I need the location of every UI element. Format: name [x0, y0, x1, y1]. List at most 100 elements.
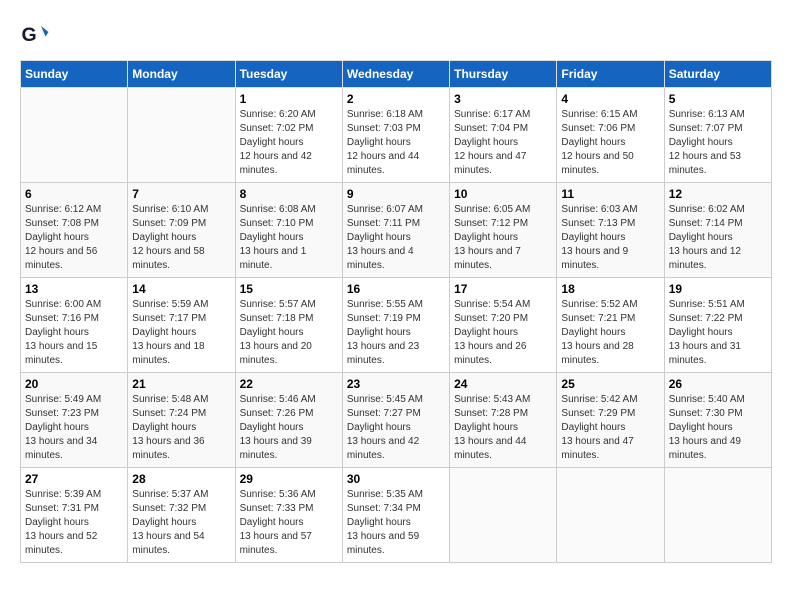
calendar-cell: 4Sunrise: 6:15 AMSunset: 7:06 PMDaylight… — [557, 88, 664, 183]
day-number: 6 — [25, 187, 123, 201]
calendar-cell — [21, 88, 128, 183]
calendar-cell — [557, 468, 664, 563]
calendar-header-sunday: Sunday — [21, 61, 128, 88]
calendar-cell: 7 Sunrise: 6:10 AMSunset: 7:09 PMDaylight… — [128, 183, 235, 278]
calendar-cell: 10 Sunrise: 6:05 AMSunset: 7:12 PMDayligh… — [450, 183, 557, 278]
calendar-week-row: 20 Sunrise: 5:49 AMSunset: 7:23 PMDayligh… — [21, 373, 772, 468]
day-info: Sunrise: 6:12 AMSunset: 7:08 PMDaylight … — [25, 203, 123, 273]
calendar-cell: 26Sunrise: 5:40 AMSunset: 7:30 PMDayligh… — [664, 373, 771, 468]
calendar-header-thursday: Thursday — [450, 61, 557, 88]
calendar-cell — [450, 468, 557, 563]
calendar-cell: 11Sunrise: 6:03 AMSunset: 7:13 PMDayligh… — [557, 183, 664, 278]
calendar-cell: 30 Sunrise: 5:35 AMSunset: 7:34 PMDayligh… — [342, 468, 449, 563]
day-info: Sunrise: 6:00 AMSunset: 7:16 PMDaylight … — [25, 298, 123, 368]
day-number: 1 — [240, 92, 338, 106]
day-number: 12 — [669, 187, 767, 201]
calendar-cell: 28 Sunrise: 5:37 AMSunset: 7:32 PMDayligh… — [128, 468, 235, 563]
calendar-cell: 12Sunrise: 6:02 AMSunset: 7:14 PMDayligh… — [664, 183, 771, 278]
calendar-cell: 25 Sunrise: 5:42 AMSunset: 7:29 PMDayligh… — [557, 373, 664, 468]
day-info: Sunrise: 5:48 AMSunset: 7:24 PMDaylight … — [132, 393, 230, 463]
calendar-header-wednesday: Wednesday — [342, 61, 449, 88]
day-number: 8 — [240, 187, 338, 201]
day-number: 24 — [454, 377, 552, 391]
calendar-cell: 24 Sunrise: 5:43 AMSunset: 7:28 PMDayligh… — [450, 373, 557, 468]
calendar-cell: 22 Sunrise: 5:46 AMSunset: 7:26 PMDayligh… — [235, 373, 342, 468]
day-number: 18 — [561, 282, 659, 296]
day-number: 20 — [25, 377, 123, 391]
day-info: Sunrise: 5:36 AMSunset: 7:33 PMDaylight … — [240, 488, 338, 558]
day-info: Sunrise: 5:51 AMSunset: 7:22 PMDaylight … — [669, 298, 767, 368]
calendar-header-row: SundayMondayTuesdayWednesdayThursdayFrid… — [21, 61, 772, 88]
calendar-cell: 27 Sunrise: 5:39 AMSunset: 7:31 PMDayligh… — [21, 468, 128, 563]
day-info: Sunrise: 6:20 AMSunset: 7:02 PMDaylight … — [240, 108, 338, 178]
day-number: 10 — [454, 187, 552, 201]
svg-text:G: G — [22, 24, 37, 46]
day-number: 13 — [25, 282, 123, 296]
day-info: Sunrise: 5:52 AMSunset: 7:21 PMDaylight … — [561, 298, 659, 368]
calendar-cell: 9 Sunrise: 6:07 AMSunset: 7:11 PMDaylight… — [342, 183, 449, 278]
day-info: Sunrise: 5:43 AMSunset: 7:28 PMDaylight … — [454, 393, 552, 463]
day-number: 9 — [347, 187, 445, 201]
day-info: Sunrise: 5:59 AMSunset: 7:17 PMDaylight … — [132, 298, 230, 368]
day-info: Sunrise: 6:15 AMSunset: 7:06 PMDaylight … — [561, 108, 659, 178]
calendar-cell: 17 Sunrise: 5:54 AMSunset: 7:20 PMDayligh… — [450, 278, 557, 373]
day-info: Sunrise: 6:10 AMSunset: 7:09 PMDaylight … — [132, 203, 230, 273]
day-number: 17 — [454, 282, 552, 296]
calendar-cell: 23 Sunrise: 5:45 AMSunset: 7:27 PMDayligh… — [342, 373, 449, 468]
calendar-week-row: 27 Sunrise: 5:39 AMSunset: 7:31 PMDayligh… — [21, 468, 772, 563]
day-number: 30 — [347, 472, 445, 486]
day-info: Sunrise: 5:35 AMSunset: 7:34 PMDaylight … — [347, 488, 445, 558]
day-info: Sunrise: 5:57 AMSunset: 7:18 PMDaylight … — [240, 298, 338, 368]
day-info: Sunrise: 6:05 AMSunset: 7:12 PMDaylight … — [454, 203, 552, 273]
calendar-table: SundayMondayTuesdayWednesdayThursdayFrid… — [20, 60, 772, 563]
day-info: Sunrise: 5:54 AMSunset: 7:20 PMDaylight … — [454, 298, 552, 368]
day-info: Sunrise: 5:49 AMSunset: 7:23 PMDaylight … — [25, 393, 123, 463]
day-number: 5 — [669, 92, 767, 106]
day-number: 7 — [132, 187, 230, 201]
calendar-header-tuesday: Tuesday — [235, 61, 342, 88]
day-number: 27 — [25, 472, 123, 486]
calendar-header-monday: Monday — [128, 61, 235, 88]
day-info: Sunrise: 5:46 AMSunset: 7:26 PMDaylight … — [240, 393, 338, 463]
logo: G — [20, 20, 54, 50]
day-info: Sunrise: 5:39 AMSunset: 7:31 PMDaylight … — [25, 488, 123, 558]
calendar-cell: 14 Sunrise: 5:59 AMSunset: 7:17 PMDayligh… — [128, 278, 235, 373]
day-info: Sunrise: 5:37 AMSunset: 7:32 PMDaylight … — [132, 488, 230, 558]
day-info: Sunrise: 5:40 AMSunset: 7:30 PMDaylight … — [669, 393, 767, 463]
day-info: Sunrise: 6:17 AMSunset: 7:04 PMDaylight … — [454, 108, 552, 178]
day-number: 23 — [347, 377, 445, 391]
page-header: G — [20, 20, 772, 50]
calendar-cell: 6 Sunrise: 6:12 AMSunset: 7:08 PMDaylight… — [21, 183, 128, 278]
day-info: Sunrise: 5:55 AMSunset: 7:19 PMDaylight … — [347, 298, 445, 368]
calendar-header-friday: Friday — [557, 61, 664, 88]
day-number: 22 — [240, 377, 338, 391]
day-info: Sunrise: 6:07 AMSunset: 7:11 PMDaylight … — [347, 203, 445, 273]
calendar-cell: 21Sunrise: 5:48 AMSunset: 7:24 PMDayligh… — [128, 373, 235, 468]
day-number: 25 — [561, 377, 659, 391]
day-number: 3 — [454, 92, 552, 106]
day-info: Sunrise: 5:42 AMSunset: 7:29 PMDaylight … — [561, 393, 659, 463]
day-number: 19 — [669, 282, 767, 296]
day-info: Sunrise: 6:08 AMSunset: 7:10 PMDaylight … — [240, 203, 338, 273]
calendar-cell: 18 Sunrise: 5:52 AMSunset: 7:21 PMDayligh… — [557, 278, 664, 373]
day-number: 16 — [347, 282, 445, 296]
day-number: 29 — [240, 472, 338, 486]
day-number: 11 — [561, 187, 659, 201]
calendar-cell: 5Sunrise: 6:13 AMSunset: 7:07 PMDaylight… — [664, 88, 771, 183]
calendar-cell: 19 Sunrise: 5:51 AMSunset: 7:22 PMDayligh… — [664, 278, 771, 373]
day-number: 15 — [240, 282, 338, 296]
logo-icon: G — [20, 20, 50, 50]
day-number: 14 — [132, 282, 230, 296]
calendar-week-row: 13 Sunrise: 6:00 AMSunset: 7:16 PMDayligh… — [21, 278, 772, 373]
calendar-cell — [664, 468, 771, 563]
calendar-week-row: 6 Sunrise: 6:12 AMSunset: 7:08 PMDaylight… — [21, 183, 772, 278]
day-info: Sunrise: 6:18 AMSunset: 7:03 PMDaylight … — [347, 108, 445, 178]
day-info: Sunrise: 5:45 AMSunset: 7:27 PMDaylight … — [347, 393, 445, 463]
calendar-cell: 13 Sunrise: 6:00 AMSunset: 7:16 PMDayligh… — [21, 278, 128, 373]
day-number: 28 — [132, 472, 230, 486]
calendar-cell: 3 Sunrise: 6:17 AMSunset: 7:04 PMDaylight… — [450, 88, 557, 183]
calendar-cell: 16 Sunrise: 5:55 AMSunset: 7:19 PMDayligh… — [342, 278, 449, 373]
day-number: 2 — [347, 92, 445, 106]
calendar-cell: 15 Sunrise: 5:57 AMSunset: 7:18 PMDayligh… — [235, 278, 342, 373]
calendar-header-saturday: Saturday — [664, 61, 771, 88]
